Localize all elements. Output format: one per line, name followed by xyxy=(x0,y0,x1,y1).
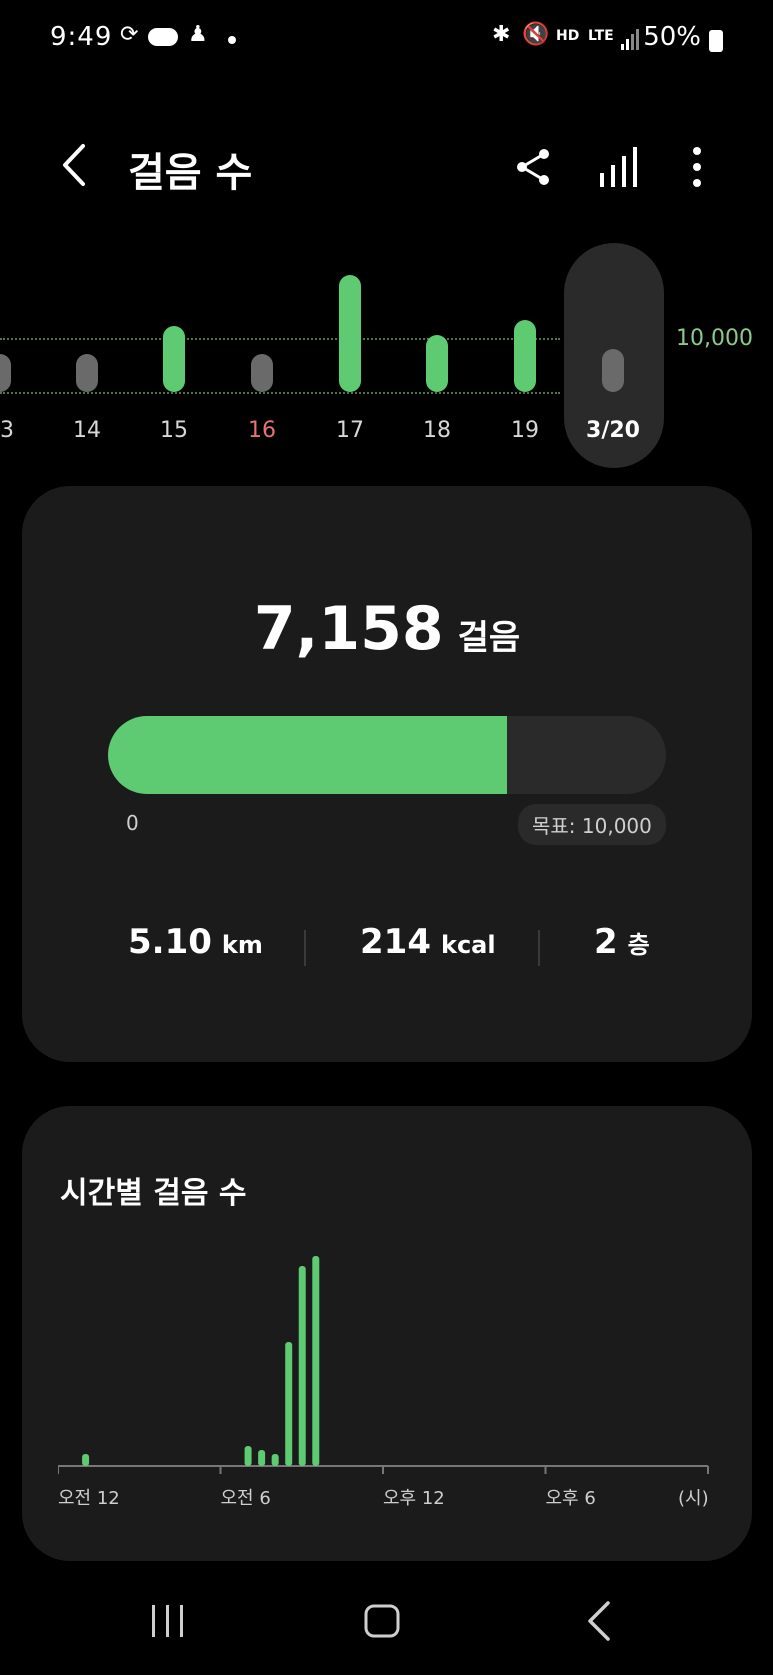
x-tick-label: (시) xyxy=(678,1488,709,1509)
x-tick-label: 오후 6 xyxy=(546,1488,596,1509)
hourly-title: 시간별 걸음 수 xyxy=(60,1176,247,1211)
goal-line-label: 10,000 xyxy=(676,326,753,351)
notification-icon: ♟ xyxy=(188,22,208,47)
day-bar-14[interactable] xyxy=(76,354,98,392)
hd-voice-icon: HD xyxy=(556,28,580,44)
distance-value: 5.10 xyxy=(128,922,212,962)
calories-stat: 214 kcal xyxy=(360,922,496,962)
day-label[interactable]: 15 xyxy=(144,418,204,443)
hourly-bar xyxy=(258,1450,266,1466)
day-bar-17[interactable] xyxy=(339,275,361,392)
goal-progress-bar xyxy=(108,716,666,794)
hourly-steps-chart: 오전 12 오전 6 오후 12 오후 6 (시) xyxy=(58,1256,709,1509)
stat-divider xyxy=(304,930,306,966)
share-icon[interactable] xyxy=(512,145,556,189)
stat-divider xyxy=(538,930,540,966)
day-bar-18[interactable] xyxy=(426,335,448,392)
steps-unit: 걸음 xyxy=(457,618,521,658)
battery-icon xyxy=(709,30,723,52)
kakaotalk-icon xyxy=(148,28,178,46)
hourly-bar xyxy=(244,1446,252,1466)
mute-icon: 🔇 xyxy=(522,22,550,47)
goal-chip[interactable]: 목표: 10,000 xyxy=(518,804,666,845)
day-label[interactable]: 3/20 xyxy=(583,418,643,443)
day-bar-3-20[interactable] xyxy=(602,349,624,392)
goal-progress-fill xyxy=(108,716,508,794)
nav-back-icon[interactable] xyxy=(586,1600,612,1642)
sync-icon: ⟳ xyxy=(120,22,139,47)
hourly-bar xyxy=(82,1454,90,1466)
page-title: 걸음 수 xyxy=(128,150,253,196)
steps-number: 7,158 xyxy=(253,594,444,664)
home-icon[interactable] xyxy=(364,1604,400,1638)
recent-apps-icon[interactable] xyxy=(150,1604,186,1638)
dot-icon xyxy=(228,36,236,44)
day-label[interactable]: 19 xyxy=(495,418,555,443)
floors-value: 2 xyxy=(594,922,618,962)
signal-icon xyxy=(621,29,639,50)
calories-value: 214 xyxy=(360,922,431,962)
x-tick-label: 오전 12 xyxy=(58,1488,120,1509)
day-label[interactable]: 18 xyxy=(407,418,467,443)
hourly-bar xyxy=(312,1256,320,1466)
day-bar-15[interactable] xyxy=(163,326,185,392)
hourly-bar xyxy=(285,1342,293,1466)
distance-unit: km xyxy=(221,931,263,959)
hourly-steps-card: 시간별 걸음 수 오전 12 오전 6 오후 12 오후 6 (시) xyxy=(22,1106,752,1561)
day-bar-16[interactable] xyxy=(251,354,273,392)
bluetooth-icon: ✱ xyxy=(492,22,511,47)
day-bar-13[interactable] xyxy=(0,354,11,392)
day-label[interactable]: 14 xyxy=(57,418,117,443)
lte-icon: LTE xyxy=(588,28,614,44)
floors-unit: 층 xyxy=(627,931,650,959)
day-label[interactable]: 16 xyxy=(232,418,292,443)
steps-total: 7,158 걸음 xyxy=(22,594,752,664)
goal-line xyxy=(0,338,560,340)
hourly-bar xyxy=(271,1454,279,1466)
day-bar-19[interactable] xyxy=(514,320,536,392)
x-tick-label: 오후 12 xyxy=(383,1488,445,1509)
progress-min-label: 0 xyxy=(126,811,139,835)
distance-stat: 5.10 km xyxy=(128,922,263,962)
summary-card: 7,158 걸음 0 목표: 10,000 5.10 km 214 kcal 2층 xyxy=(22,486,752,1062)
calories-unit: kcal xyxy=(440,931,496,959)
floors-stat: 2층 xyxy=(594,922,650,962)
more-icon[interactable] xyxy=(682,145,712,189)
baseline-line xyxy=(0,392,560,394)
status-time: 9:49 xyxy=(50,22,113,52)
hourly-bar xyxy=(298,1266,306,1466)
x-tick-label: 오전 6 xyxy=(221,1488,271,1509)
day-label[interactable]: 13 xyxy=(0,418,30,443)
bar-chart-icon[interactable] xyxy=(598,145,642,189)
back-icon[interactable] xyxy=(55,140,95,190)
day-label[interactable]: 17 xyxy=(320,418,380,443)
battery-percentage: 50% xyxy=(643,22,701,52)
